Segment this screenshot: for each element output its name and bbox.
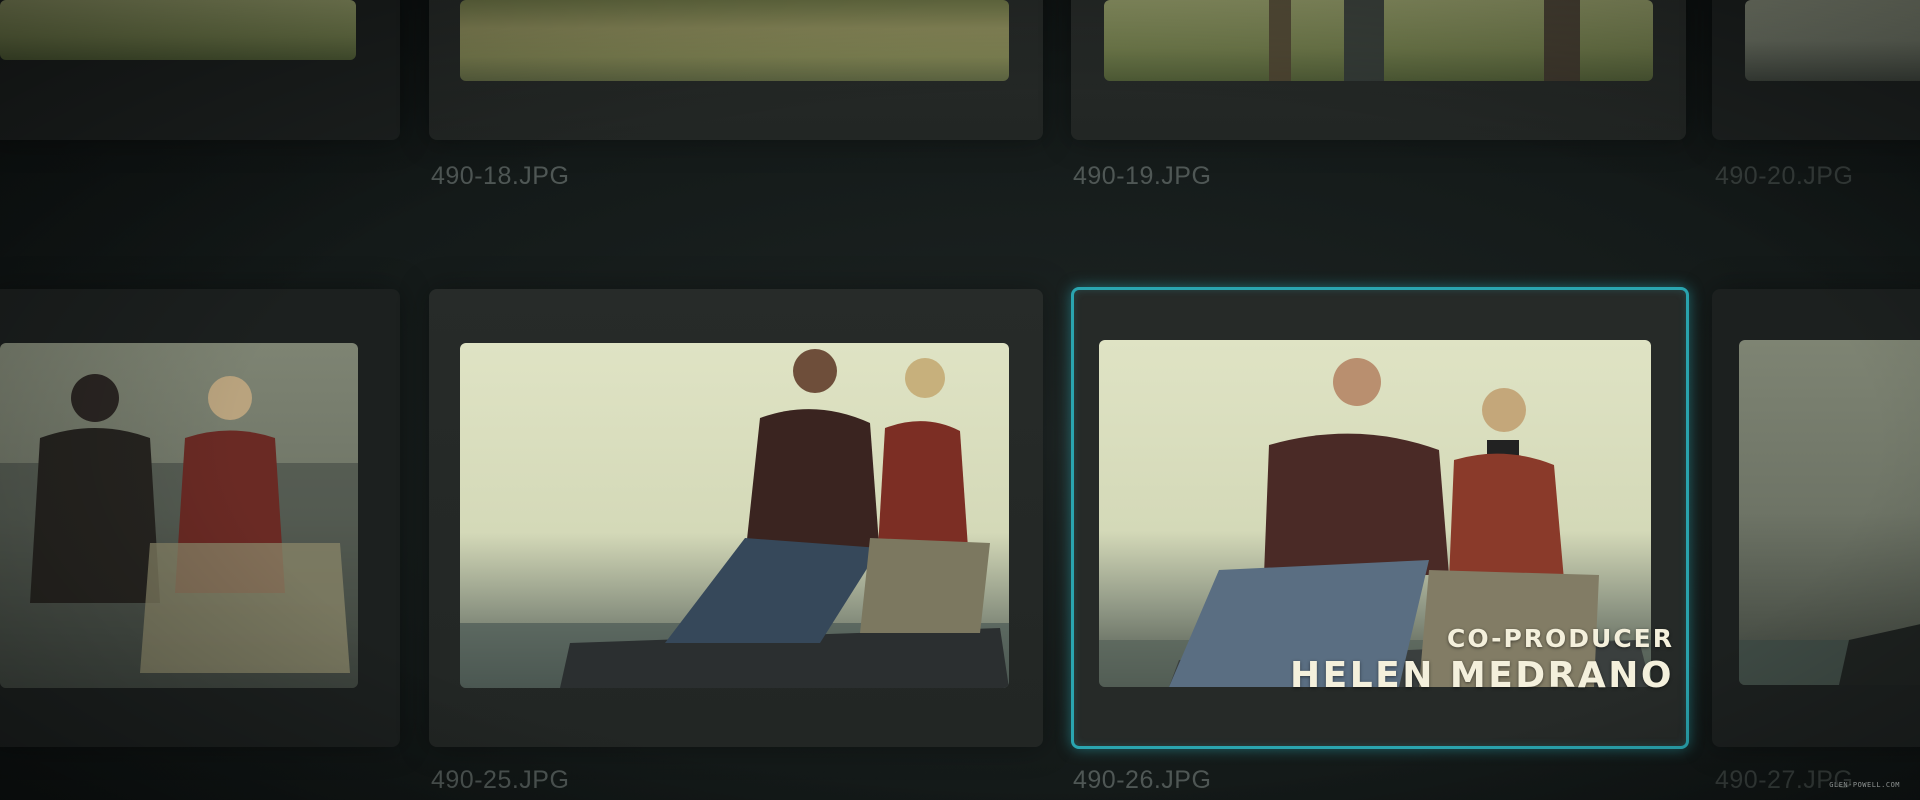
file-label: 490-19.JPG	[1073, 162, 1212, 190]
photo-card-490-27[interactable]	[1712, 289, 1920, 747]
photo-thumbnail	[1745, 0, 1920, 81]
photo-card-490-20[interactable]	[1712, 0, 1920, 140]
photo-thumbnail	[1739, 340, 1920, 685]
photo-card-490-25[interactable]	[429, 289, 1043, 747]
file-label: 490-20.JPG	[1715, 162, 1854, 190]
photo-thumbnail	[460, 343, 1009, 688]
photo-thumbnail	[1104, 0, 1653, 81]
photo-card-490-18[interactable]	[429, 0, 1043, 140]
photo-card-490-17[interactable]	[0, 0, 400, 140]
credit-role: CO-PRODUCER	[1447, 624, 1674, 653]
photo-thumbnail	[0, 343, 358, 688]
photo-thumbnail	[0, 0, 356, 60]
photo-card-490-24[interactable]	[0, 289, 400, 747]
file-label: 490-26.JPG	[1073, 766, 1212, 794]
photo-thumbnail	[460, 0, 1009, 81]
file-label: 490-25.JPG	[431, 766, 570, 794]
file-label: 490-18.JPG	[431, 162, 570, 190]
photo-card-490-19[interactable]	[1071, 0, 1686, 140]
credit-name: HELEN MEDRANO	[1289, 655, 1674, 696]
watermark: GLEN-POWELL.COM	[1829, 781, 1900, 789]
